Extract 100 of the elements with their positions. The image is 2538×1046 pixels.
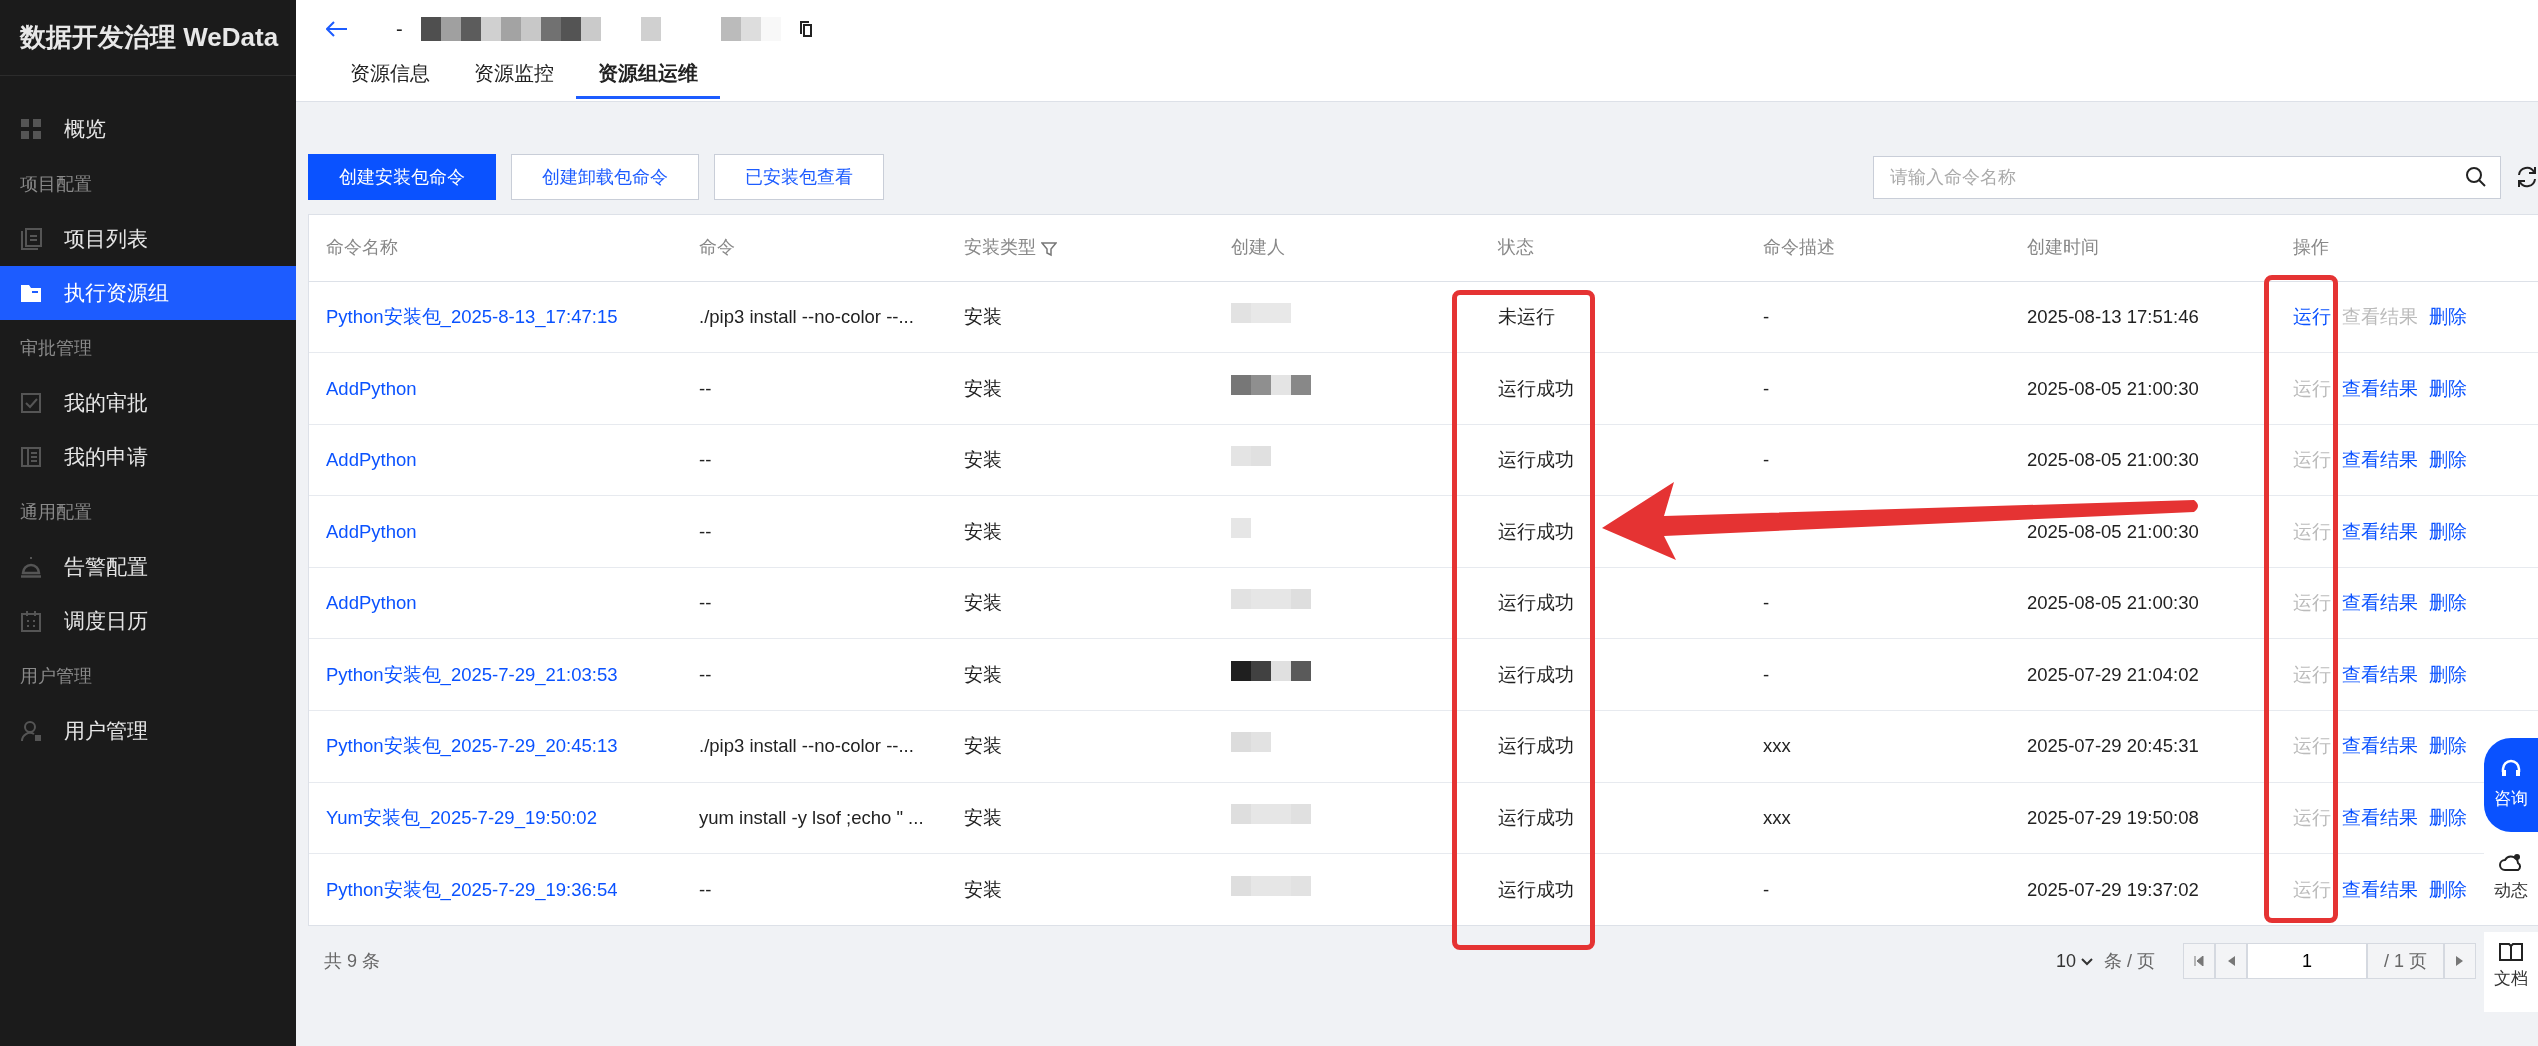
tab[interactable]: 资源监控 [452,52,576,99]
status-text: 运行成功 [1498,807,1574,829]
column-header: 状态 [1498,237,1534,258]
table-cell: 2025-08-05 21:00:30 [2027,449,2199,471]
sidebar-item[interactable]: 我的审批 [0,376,296,430]
action-link[interactable]: 查看结果 [2342,804,2418,832]
table-cell: xxx [1763,735,1791,757]
status-text: 运行成功 [1498,520,1574,542]
page-input[interactable]: 1 [2247,943,2367,980]
toolbar-button[interactable]: 创建安装包命令 [308,154,496,200]
toolbar-button[interactable]: 创建卸载包命令 [511,154,699,200]
sidebar-item[interactable]: 用户管理 [0,704,296,758]
action-link[interactable]: 删除 [2429,875,2467,904]
action-link[interactable]: 删除 [2429,374,2467,403]
tab[interactable]: 资源组运维 [576,52,720,99]
status-text: 运行成功 [1498,878,1574,900]
floating-button[interactable]: 文档 [2484,932,2538,1012]
action-link[interactable]: 查看结果 [2342,660,2418,689]
per-page-label: 条 / 页 [2103,949,2155,973]
column-header: 安装类型 [964,237,1036,258]
search-field[interactable]: 请输入命令名称 [1873,155,2501,199]
nav-section-label: 项目配置 [19,172,93,196]
toolbar-button[interactable]: 已安装包查看 [714,154,884,200]
action-link[interactable]: 查看结果 [2342,732,2418,761]
action-link[interactable]: 查看结果 [2342,589,2418,618]
sidebar-item[interactable]: 项目列表 [0,212,296,266]
table-cell: - [1763,663,1770,685]
table-cell: 安装 [964,377,1002,399]
table-cell: - [1763,449,1770,471]
table-cell: 2025-07-29 20:45:31 [2027,735,2199,757]
table-cell: xxx [1763,807,1791,829]
table-cell: 安装 [964,592,1002,614]
column-header: 命令 [699,237,735,258]
column-header: 创建人 [1231,237,1285,258]
action-link[interactable]: 查看结果 [2342,374,2418,403]
action-link[interactable]: 删除 [2429,589,2467,618]
sidebar-item[interactable]: 我的申请 [0,430,296,484]
action-link[interactable]: 删除 [2429,660,2467,689]
status-text: 运行成功 [1498,377,1574,399]
nav-section-label: 用户管理 [19,664,93,688]
action-link[interactable]: 删除 [2429,446,2467,474]
column-header: 创建时间 [2027,237,2099,258]
table-cell: 2025-07-29 19:37:02 [2027,878,2199,900]
nav-section-label: 审批管理 [19,336,93,360]
table-cell: 安装 [964,663,1002,685]
command-name-link[interactable]: Python安装包_2025-7-29_20:45:13 [326,735,618,757]
command-name-link[interactable]: Python安装包_2025-7-29_21:03:53 [326,663,618,685]
page-title: - [396,17,403,42]
action-link[interactable]: 查看结果 [2342,517,2418,546]
command-name-link[interactable]: AddPython [326,377,417,399]
table-cell: 安装 [964,520,1002,542]
command-name-link[interactable]: AddPython [326,449,417,471]
action-link[interactable]: 查看结果 [2342,446,2418,474]
table-cell: 2025-07-29 21:04:02 [2027,663,2199,685]
total-count: 共 9 条 [324,949,380,973]
command-name-link[interactable]: AddPython [326,592,417,614]
status-text: 运行成功 [1498,592,1574,614]
tab[interactable]: 资源信息 [328,52,452,99]
table-cell: -- [699,663,712,685]
table-cell: -- [699,592,712,614]
action-link[interactable]: 运行 [2293,302,2331,331]
table-cell: 2025-07-29 19:50:08 [2027,807,2199,829]
sidebar-item[interactable]: 调度日历 [0,594,296,648]
sidebar-item[interactable]: 告警配置 [0,540,296,594]
table-cell: 安装 [964,449,1002,471]
column-header: 操作 [2293,237,2329,258]
page-count: / 1 页 [2367,943,2444,980]
table-cell: ./pip3 install --no-color --... [699,735,914,757]
command-name-link[interactable]: Yum安装包_2025-7-29_19:50:02 [326,807,597,829]
table-cell: ./pip3 install --no-color --... [699,305,914,327]
status-text: 未运行 [1498,305,1555,327]
table-cell: -- [699,520,712,542]
column-header: 命令描述 [1763,237,1835,258]
table-cell: 安装 [964,305,1002,327]
command-name-link[interactable]: Python安装包_2025-8-13_17:47:15 [326,305,618,327]
table-cell: 2025-08-13 17:51:46 [2027,305,2199,327]
table-cell: -- [699,449,712,471]
sidebar-item[interactable]: 概览 [0,102,296,156]
command-name-link[interactable]: AddPython [326,520,417,542]
table-cell: 安装 [964,807,1002,829]
action-link[interactable]: 删除 [2429,732,2467,761]
table-cell: - [1763,305,1770,327]
table-cell: 2025-08-05 21:00:30 [2027,377,2199,399]
column-header: 命令名称 [326,237,398,258]
status-text: 运行成功 [1498,735,1574,757]
table-cell: 安装 [964,878,1002,900]
table-cell: yum install -y lsof ;echo " ... [699,807,924,829]
command-name-link[interactable]: Python安装包_2025-7-29_19:36:54 [326,878,618,900]
table-cell: - [1763,878,1770,900]
action-link[interactable]: 删除 [2429,517,2467,546]
page-size-select[interactable]: 10 [2054,946,2094,976]
table-cell: 安装 [964,735,1002,757]
status-text: 运行成功 [1498,449,1574,471]
sidebar-item[interactable]: 执行资源组 [0,266,296,320]
status-text: 运行成功 [1498,663,1574,685]
action-link[interactable]: 删除 [2429,804,2467,832]
action-link[interactable]: 删除 [2429,302,2467,331]
action-link[interactable]: 查看结果 [2342,875,2418,904]
app-brand: 数据开发治理 WeData [20,21,279,54]
floating-button[interactable]: 咨询 [2484,738,2538,832]
